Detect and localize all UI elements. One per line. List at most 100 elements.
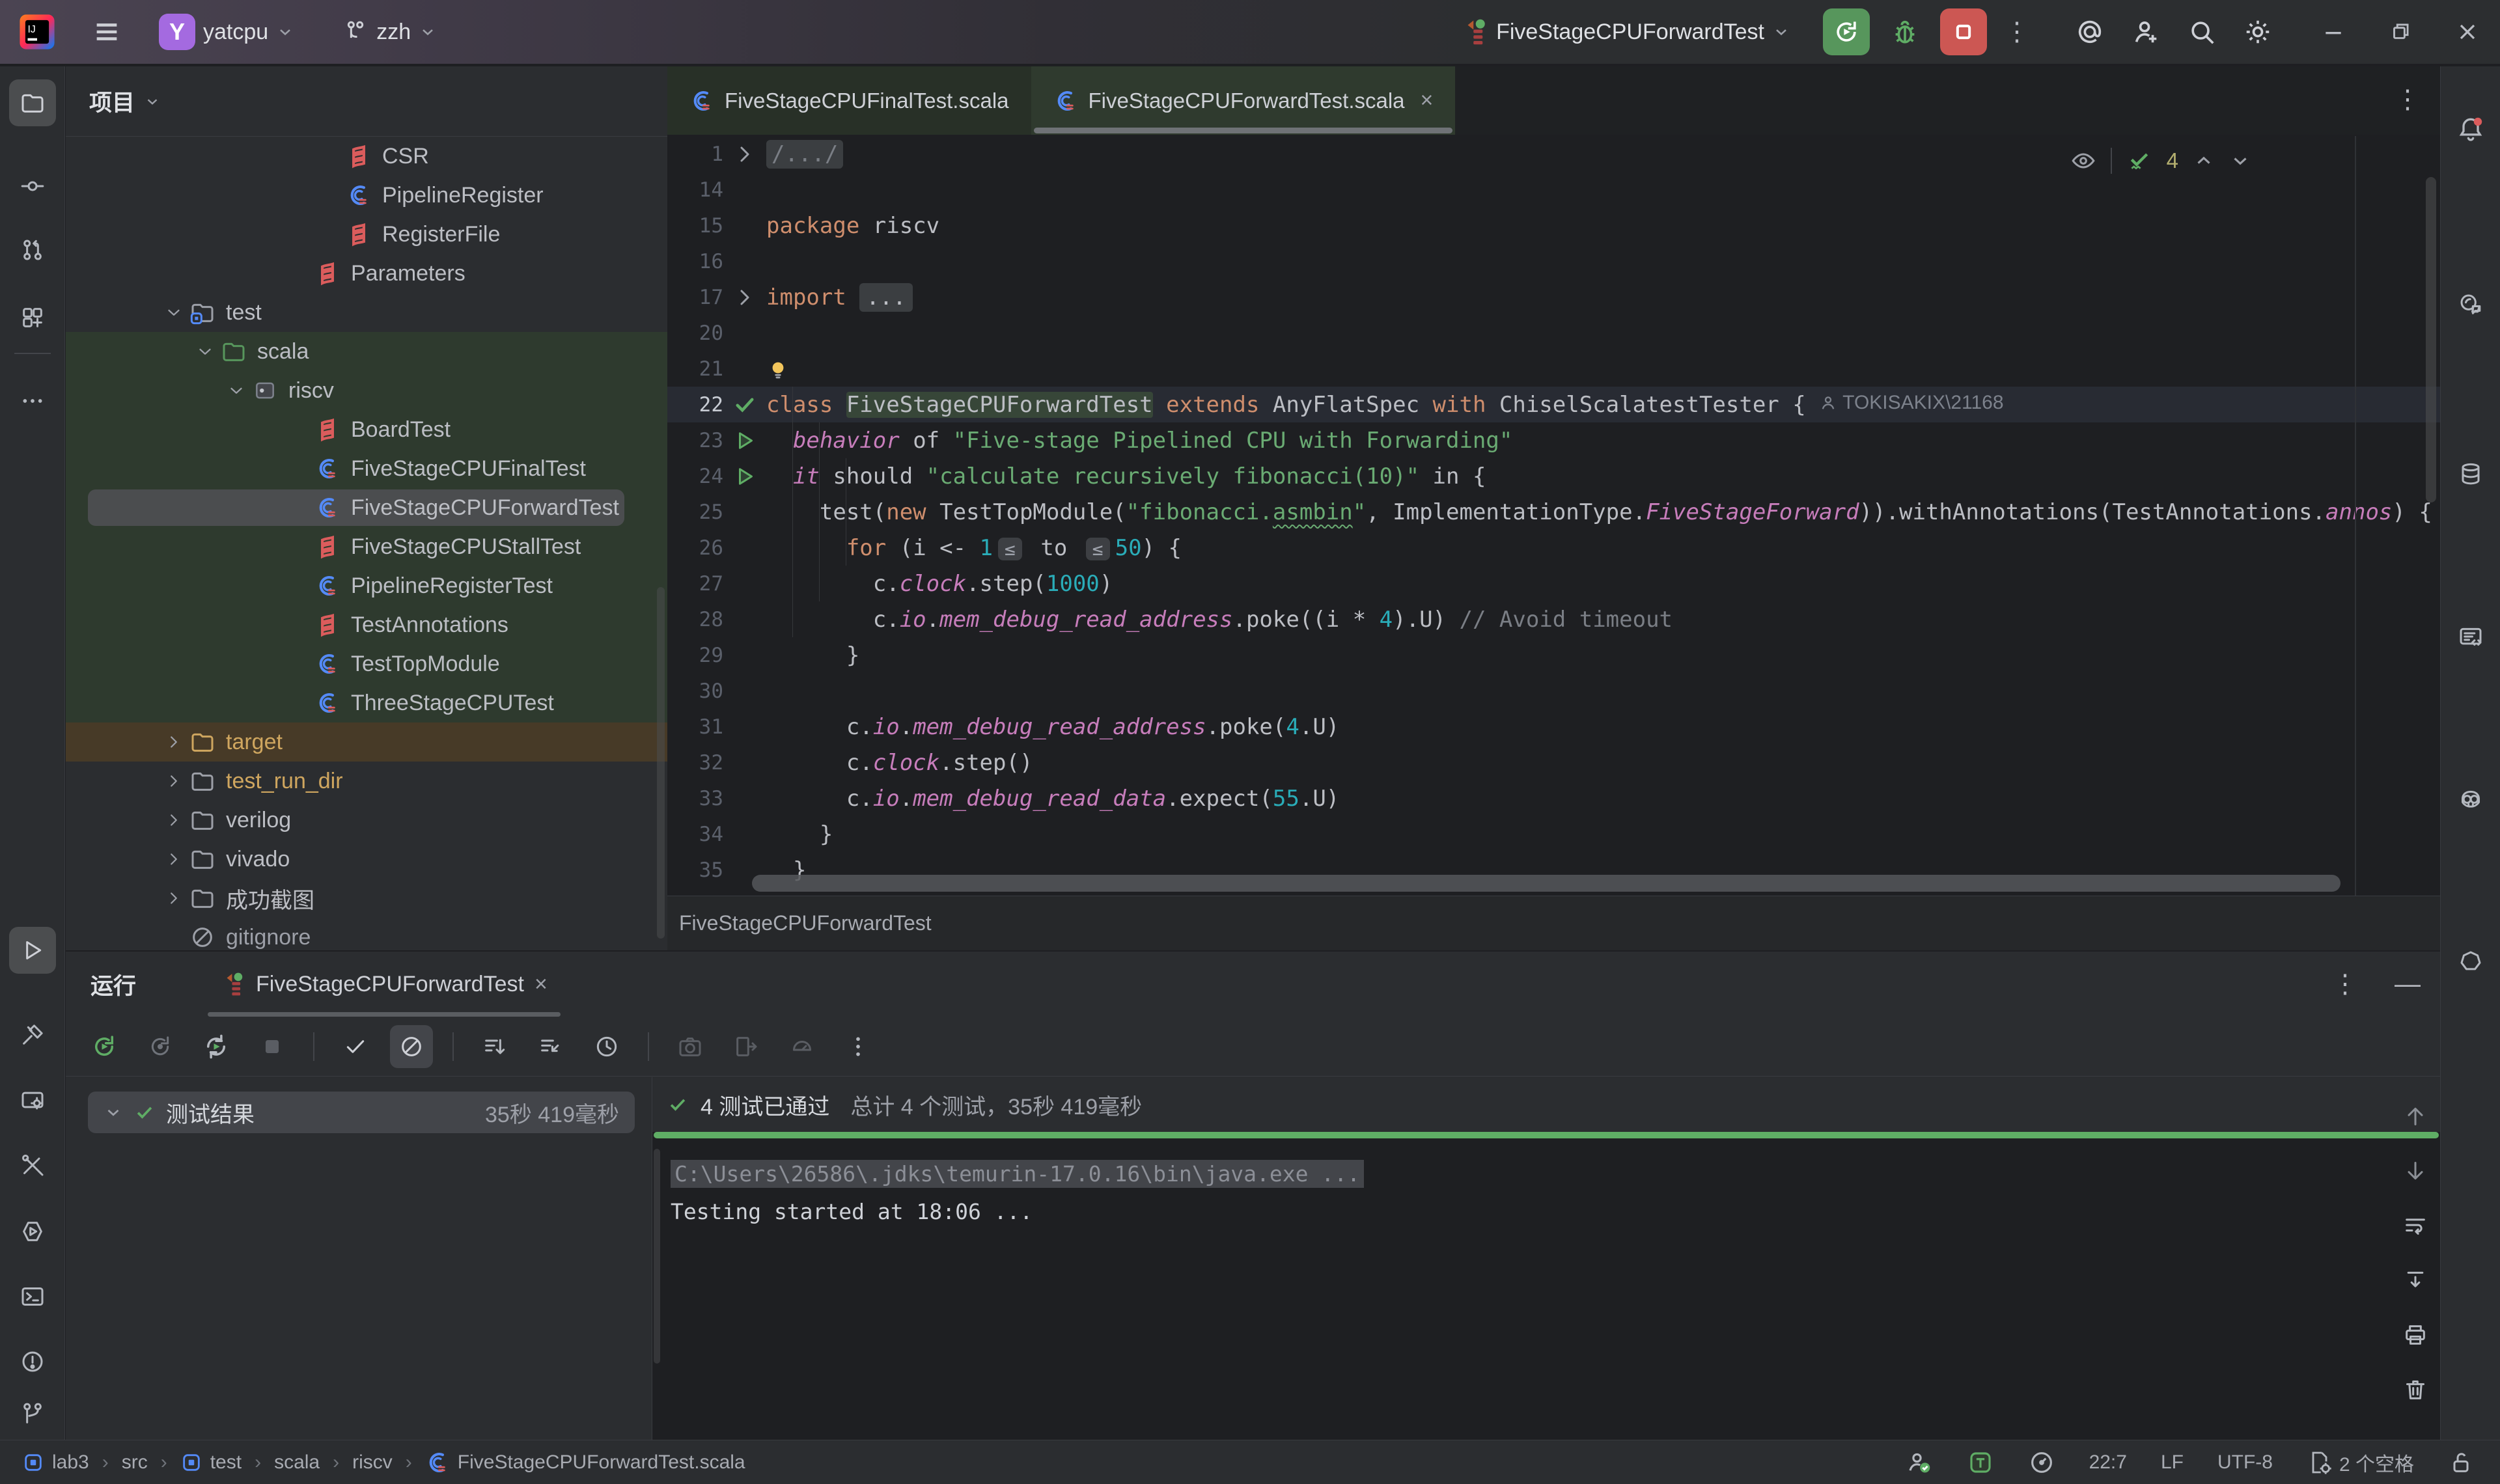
tools-icon[interactable] xyxy=(9,1142,56,1189)
tree-item-TestTopModule[interactable]: TestTopModule xyxy=(66,644,667,683)
tab-options-icon[interactable]: ⋮ xyxy=(2395,85,2421,115)
tree-item-scala[interactable]: scala xyxy=(66,332,667,371)
commit-icon[interactable] xyxy=(9,163,56,210)
editor-horizontal-scrollbar[interactable] xyxy=(752,875,2340,892)
indent-widget[interactable]: 2 个空格 xyxy=(2307,1448,2414,1477)
tab-close-icon[interactable]: × xyxy=(1421,88,1434,113)
check-icon[interactable] xyxy=(334,1025,377,1068)
fold-arrow-icon[interactable] xyxy=(723,141,766,167)
tree-item-gitignore[interactable]: gitignore xyxy=(66,918,667,950)
reader-mode-eye-icon[interactable] xyxy=(2070,148,2096,174)
kebab-icon[interactable] xyxy=(837,1025,880,1068)
tree-item-vivado[interactable]: vivado xyxy=(66,840,667,879)
terminal-icon[interactable] xyxy=(9,1273,56,1320)
plugin-polygon-icon[interactable] xyxy=(2447,939,2494,985)
code-editor[interactable]: 1/.../1415package riscv1617import ...202… xyxy=(667,136,2440,904)
hide-panel-icon[interactable]: — xyxy=(2395,970,2421,999)
pull-requests-icon[interactable] xyxy=(9,227,56,273)
tree-item-test_run_dir[interactable]: test_run_dir xyxy=(66,762,667,801)
code-with-me-button[interactable] xyxy=(2122,8,2169,55)
project-panel-header[interactable]: 项目 xyxy=(66,66,667,137)
door-dim-icon[interactable] xyxy=(725,1025,768,1068)
clock-icon[interactable] xyxy=(585,1025,628,1068)
tree-item-FiveStageCPUFinalTest[interactable]: FiveStageCPUFinalTest xyxy=(66,449,667,488)
services-icon[interactable] xyxy=(9,1077,56,1123)
chevron-right-icon[interactable] xyxy=(160,888,188,908)
fold-arrow-icon[interactable] xyxy=(723,284,766,310)
run-test-icon[interactable] xyxy=(723,465,766,488)
run-config-selector[interactable]: FiveStageCPUForwardTest xyxy=(1461,18,1790,46)
chevron-right-icon[interactable] xyxy=(160,849,188,869)
collapse-icon[interactable] xyxy=(529,1025,572,1068)
chevron-right-icon[interactable] xyxy=(160,771,188,791)
ai-assistant-icon[interactable] xyxy=(2447,281,2494,328)
rerun-button[interactable] xyxy=(1823,8,1870,55)
arrow-down-icon[interactable] xyxy=(2402,1158,2428,1184)
tree-item-test[interactable]: test xyxy=(66,293,667,332)
run-test-icon[interactable] xyxy=(723,429,766,452)
lock-icon[interactable] xyxy=(2448,1450,2474,1476)
caret-position[interactable]: 22:7 xyxy=(2089,1451,2127,1474)
search-everywhere-button[interactable] xyxy=(2178,8,2225,55)
tree-item-PipelineRegister[interactable]: PipelineRegister xyxy=(66,176,667,215)
translation-plugin-icon[interactable] xyxy=(1967,1449,1994,1476)
tree-item-RegisterFile[interactable]: RegisterFile xyxy=(66,215,667,254)
tab-fivestagecpufinaltest[interactable]: FiveStageCPUFinalTest.scala xyxy=(667,66,1031,135)
status-crumb-test[interactable]: test xyxy=(180,1451,242,1474)
test-results-root-node[interactable]: 测试结果 35秒 419毫秒 xyxy=(88,1092,635,1133)
run-more-button[interactable]: ⋮ xyxy=(1993,8,2040,55)
status-crumb-FiveStageCPUForwardTest.scala[interactable]: FiveStageCPUForwardTest.scala xyxy=(425,1450,745,1475)
tree-item-CSR[interactable]: CSR xyxy=(66,137,667,176)
status-crumb-riscv[interactable]: riscv xyxy=(352,1451,393,1474)
prev-problem-icon[interactable] xyxy=(2193,150,2215,172)
project-widget[interactable]: Y yatcpu xyxy=(159,14,294,50)
debug-button[interactable] xyxy=(1882,8,1928,55)
trash-icon[interactable] xyxy=(2402,1377,2428,1403)
vcs-widget[interactable]: zzh xyxy=(342,19,437,45)
main-menu-button[interactable] xyxy=(83,8,130,55)
tree-item-PipelineRegisterTest[interactable]: PipelineRegisterTest xyxy=(66,566,667,605)
tree-item-ThreeStageCPUTest[interactable]: ThreeStageCPUTest xyxy=(66,683,667,722)
documentation-icon[interactable] xyxy=(2447,613,2494,660)
stop-sq-icon[interactable] xyxy=(251,1025,294,1068)
status-crumb-lab3[interactable]: lab3 xyxy=(22,1451,89,1474)
scroll-end-icon[interactable] xyxy=(2402,1267,2428,1293)
code-analysis-gauge-icon[interactable] xyxy=(2028,1449,2055,1476)
tree-item-FiveStageCPUStallTest[interactable]: FiveStageCPUStallTest xyxy=(66,527,667,566)
intention-bulb-icon[interactable] xyxy=(766,358,790,381)
play-icon[interactable] xyxy=(9,927,56,974)
project-tree-scrollbar[interactable] xyxy=(657,587,665,939)
run-tab[interactable]: FiveStageCPUForwardTest × xyxy=(208,952,561,1017)
structure-icon[interactable] xyxy=(9,294,56,341)
status-crumb-src[interactable]: src xyxy=(122,1451,148,1474)
project-folder-icon[interactable] xyxy=(9,79,56,126)
auto-test-icon[interactable] xyxy=(195,1025,238,1068)
problems-icon[interactable] xyxy=(9,1338,56,1385)
rerun-icon[interactable] xyxy=(83,1025,126,1068)
settings-button[interactable] xyxy=(2234,8,2281,55)
gauge-dim-icon[interactable] xyxy=(781,1025,824,1068)
restore-icon[interactable] xyxy=(2388,20,2413,44)
breadcrumb[interactable]: FiveStageCPUForwardTest xyxy=(679,911,932,935)
rerun-failed-icon[interactable] xyxy=(139,1025,182,1068)
tree-item-Parameters[interactable]: Parameters xyxy=(66,254,667,293)
code-with-me-status-icon[interactable] xyxy=(1906,1449,1933,1476)
build-hammer-icon[interactable] xyxy=(9,1011,56,1058)
camera-dim-icon[interactable] xyxy=(669,1025,712,1068)
next-problem-icon[interactable] xyxy=(2229,150,2251,172)
editor-vertical-scrollbar[interactable] xyxy=(2426,177,2436,502)
line-separator[interactable]: LF xyxy=(2161,1451,2184,1474)
tree-item-verilog[interactable]: verilog xyxy=(66,801,667,840)
inspections-widget[interactable]: 4 xyxy=(2070,142,2251,180)
copilot-icon[interactable] xyxy=(2447,776,2494,823)
status-crumb-scala[interactable]: scala xyxy=(274,1451,320,1474)
print-icon[interactable] xyxy=(2402,1322,2428,1348)
more-h-icon[interactable] xyxy=(9,378,56,424)
tab-fivestagecpuforwardtest[interactable]: FiveStageCPUForwardTest.scala × xyxy=(1031,66,1456,135)
tree-item-target[interactable]: target xyxy=(66,722,667,762)
branch-icon[interactable] xyxy=(9,1390,56,1437)
ai-assistant-button[interactable] xyxy=(2066,8,2113,55)
tree-item-FiveStageCPUForwardTest[interactable]: FiveStageCPUForwardTest xyxy=(66,488,667,527)
close-icon[interactable] xyxy=(2454,19,2480,45)
chevron-down-icon[interactable] xyxy=(191,342,219,361)
